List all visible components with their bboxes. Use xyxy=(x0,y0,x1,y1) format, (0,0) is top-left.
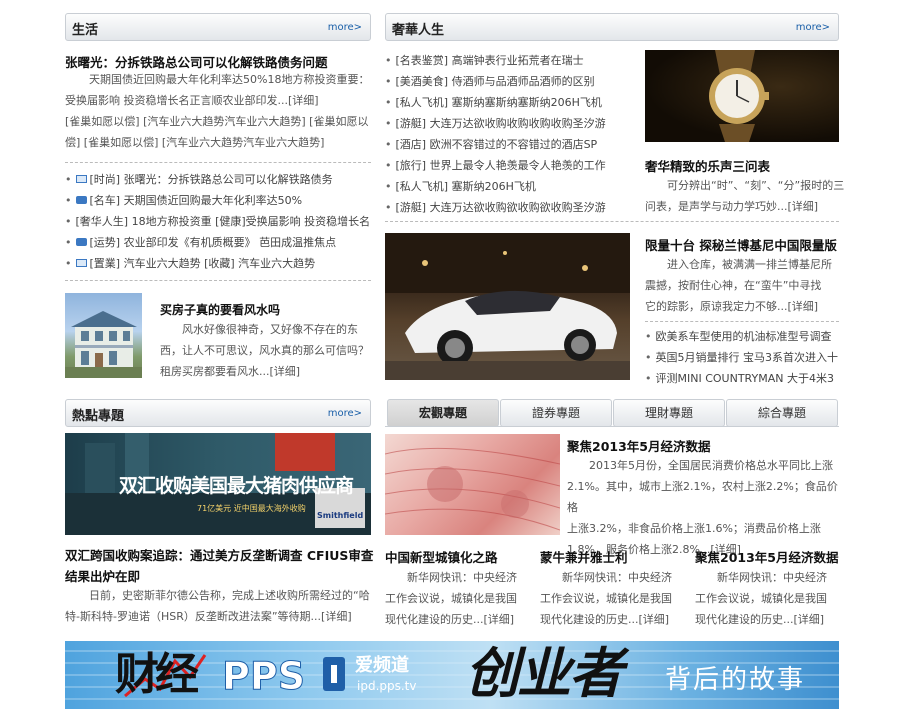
luxury-watch-text: 可分辨出“时”、“刻”、“分”报时的三 问表，是声学与动力学巧妙...[详细] xyxy=(645,179,845,213)
hot-more-link[interactable]: more> xyxy=(328,408,362,419)
tab-macro[interactable]: 宏觀專題 xyxy=(387,399,499,427)
life-feature-text: 风水好像很神奇，又好像不存在的东 西，让人不可思议，风水真的那么可信吗？ 租房买… xyxy=(160,323,369,378)
list-item[interactable]: • [私人飞机] 塞斯纳塞斯纳塞斯纳206H飞机 xyxy=(385,92,602,113)
divider xyxy=(385,221,839,222)
mail-icon xyxy=(75,175,87,183)
list-item[interactable]: • [私人飞机] 塞斯纳206H飞机 xyxy=(385,176,536,197)
life-section-title: 生活 xyxy=(72,23,99,38)
mail-icon xyxy=(75,259,87,267)
macro-col3-title[interactable]: 聚焦2013年5月经济数据 xyxy=(695,547,839,566)
macro-text: 2013年5月份，全国居民消费价格总水平同比上涨 2.1%。其中，城市上涨2.1… xyxy=(567,459,838,556)
ad-channel: 爱频道 xyxy=(355,655,409,676)
divider xyxy=(645,321,839,322)
life-tags-line2[interactable]: 偿] [雀巢如愿以偿] [汽车业六大趋势汽车业六大趋势] xyxy=(65,132,375,153)
ad-tail-text: 背后的故事 xyxy=(665,665,806,695)
list-item[interactable]: • 英国5月销量排行 宝马3系首次进入十 xyxy=(645,347,838,368)
list-item[interactable]: • [时尚] 张曙光：分拆铁路总公司可以化解铁路债务 xyxy=(65,169,333,190)
life-tags-line1[interactable]: [雀巢如愿以偿] [汽车业六大趋势汽车业六大趋势] [雀巢如愿以 xyxy=(65,111,375,132)
luxury-watch-title[interactable]: 奢华精致的乐声三问表 xyxy=(645,156,770,175)
watch-image[interactable] xyxy=(645,50,839,142)
luxury-car-text: 进入仓库，被满满一排兰博基尼所 震撼，按耐住心神，在“蛮牛”中寻找 它的踪影，原… xyxy=(645,258,832,313)
luxury-car-title[interactable]: 限量十台 探秘兰博基尼中国限量版 xyxy=(645,235,837,254)
life-summary: 天期国债近回购最大年化利率达50%18地方称投资重要： 受换届影响 投资稳增长名… xyxy=(65,69,375,153)
list-item[interactable]: • [游艇] 大连万达欲收购欲收购欲收购圣汐游 xyxy=(385,197,606,218)
tab-general[interactable]: 綜合專題 xyxy=(726,399,838,427)
chat-icon xyxy=(75,196,87,204)
hot-banner-text: 双汇收购美国最大猪肉供应商 xyxy=(119,475,354,497)
macro-col1-title[interactable]: 中国新型城镇化之路 xyxy=(385,547,498,566)
hot-banner-brand: Smithfield xyxy=(317,511,364,520)
macro-col2-title[interactable]: 蒙牛兼并雅士利 xyxy=(540,547,628,566)
luxury-section-header: 奢華人生 more> xyxy=(385,13,839,41)
macro-col3-text: 新华网快讯：中央经济 工作会议说，城镇化是我国 现代化建设的历史...[详细] xyxy=(695,571,827,626)
ad-pps: PPS xyxy=(221,654,306,698)
list-item[interactable]: • [游艇] 大连万达欲收购收购收购收购圣汐游 xyxy=(385,113,606,134)
tab-finance[interactable]: 理財專題 xyxy=(613,399,725,427)
life-summary-line1: 天期国债近回购最大年化利率达50%18地方称投资重要： xyxy=(89,73,370,86)
hot-body: 日前，史密斯菲尔德公告称，完成上述收购所需经过的“哈 特-斯科特-罗迪诺（HSR… xyxy=(65,589,370,623)
list-item[interactable]: • [酒店] 欧洲不容错过的不容错过的酒店SP xyxy=(385,134,597,155)
life-summary-line2[interactable]: 受换届影响 投资稳增长名正言顺农业部印发...[详细] xyxy=(65,90,375,111)
ad-url: ipd.pps.tv xyxy=(357,679,417,693)
hot-section-header: 熱點專題 more> xyxy=(65,399,371,427)
list-item[interactable]: • [旅行] 世界上最令人艳羡最令人艳羡的工作 xyxy=(385,155,606,176)
ad-banner[interactable]: 财经 PPS 爱频道 ipd.pps.tv 创业者 背后的故事 xyxy=(65,641,839,709)
tab-securities[interactable]: 證券專題 xyxy=(500,399,612,427)
hot-banner-sub: 71亿美元 近中国最大海外收购 xyxy=(197,504,306,513)
house-image[interactable] xyxy=(65,293,142,378)
list-item[interactable]: • [置業] 汽车业六大趋势 [收藏] 汽车业六大趋势 xyxy=(65,253,315,274)
list-item[interactable]: • 欧美系车型使用的机油标准型号调查 xyxy=(645,326,832,347)
list-item[interactable]: • [奢华人生] 18地方称投资重 [健康]受换届影响 投资稳增长名 xyxy=(65,211,370,232)
hot-headline-line2[interactable]: 结果出炉在即 xyxy=(65,566,140,585)
macro-col2-text: 新华网快讯：中央经济 工作会议说，城镇化是我国 现代化建设的历史...[详细] xyxy=(540,571,672,626)
divider xyxy=(65,162,371,163)
money-image[interactable] xyxy=(385,434,560,535)
life-more-link[interactable]: more> xyxy=(328,22,362,33)
hot-headline-line1[interactable]: 双汇跨国收购案追踪：通过美方反垄断调查 CFIUS审查 xyxy=(65,545,373,564)
hot-banner-image[interactable]: 双汇收购美国最大猪肉供应商 71亿美元 近中国最大海外收购 Smithfield xyxy=(65,433,371,535)
divider xyxy=(65,280,371,281)
life-feature-title[interactable]: 买房子真的要看风水吗 xyxy=(160,301,280,318)
list-item[interactable]: • 评测MINI COUNTRYMAN 大于4米3 xyxy=(645,368,834,389)
life-section-header: 生活 more> xyxy=(65,13,371,41)
list-item[interactable]: • [名车] 天期国债近回购最大年化利率达50% xyxy=(65,190,302,211)
ad-big-text: 创业者 xyxy=(465,642,623,705)
luxury-section-title: 奢華人生 xyxy=(392,23,445,38)
list-item[interactable]: • [名表鉴赏] 高端钟表行业拓荒者在瑞士 xyxy=(385,50,584,71)
list-item[interactable]: • [美酒美食] 侍酒师与品酒师品酒师的区别 xyxy=(385,71,595,92)
hot-section-title: 熱點專題 xyxy=(72,409,125,424)
macro-title[interactable]: 聚焦2013年5月经济数据 xyxy=(567,436,711,455)
macro-col1-text: 新华网快讯：中央经济 工作会议说，城镇化是我国 现代化建设的历史...[详细] xyxy=(385,571,517,626)
luxury-more-link[interactable]: more> xyxy=(796,22,830,33)
chat-icon xyxy=(75,238,87,246)
ad-caijing: 财经 xyxy=(115,649,199,700)
car-image[interactable] xyxy=(385,233,630,380)
tab-bar-underline xyxy=(385,426,839,427)
list-item[interactable]: • [运势] 农业部印发《有机质概要》 芭田成温推焦点 xyxy=(65,232,336,253)
